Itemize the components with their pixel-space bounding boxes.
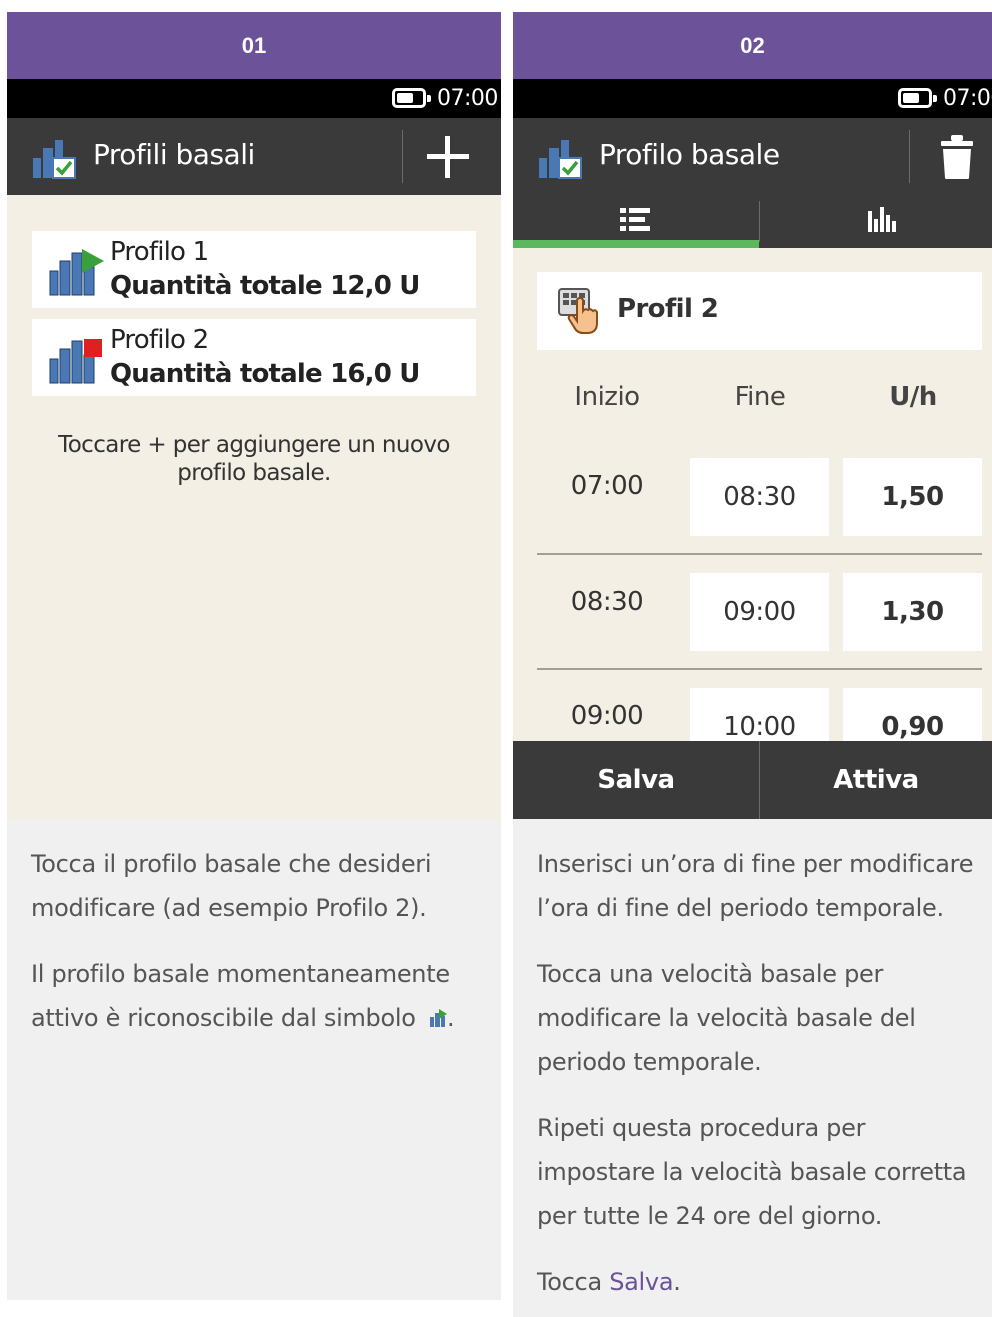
active-profile-icon — [49, 249, 104, 296]
instruction-text-3: Ripeti questa procedura per impostare la… — [537, 1114, 967, 1230]
step-panel-2: 02 07:00 Profilo basale — [513, 12, 992, 1317]
end-time-field[interactable]: 08:30 — [690, 458, 829, 536]
screen-title: Profilo basale — [599, 138, 780, 171]
status-bar: 07:00 — [7, 79, 501, 118]
list-view-icon — [620, 208, 650, 231]
status-bar: 07:00 — [513, 79, 992, 118]
instruction-text-4: Tocca Salva. — [537, 1260, 977, 1304]
title-separator — [402, 130, 403, 183]
profile-name: Profilo 2 — [110, 325, 209, 355]
profile-name: Profilo 1 — [110, 237, 209, 267]
keypad-touch-icon — [558, 288, 598, 334]
save-link[interactable]: Salva — [609, 1268, 673, 1296]
row-start-time: 09:00 — [570, 701, 644, 731]
instruction-text-4-end: . — [673, 1268, 681, 1296]
action-bar: Salva Attiva — [513, 741, 992, 819]
title-bar: Profili basali — [7, 118, 501, 195]
profile-item-2[interactable]: Profilo 2 Quantità totale 16,0 U — [32, 319, 476, 396]
battery-icon — [392, 88, 431, 108]
profile-name-field[interactable]: Profil 2 — [537, 272, 982, 350]
status-clock: 07:00 — [943, 86, 992, 111]
row-divider — [537, 553, 982, 555]
basal-profile-icon — [33, 140, 76, 179]
row-start-time: 07:00 — [570, 471, 644, 501]
battery-icon — [898, 88, 937, 108]
tab-chart-view[interactable] — [760, 195, 992, 248]
profile-item-1[interactable]: Profilo 1 Quantità totale 12,0 U — [32, 231, 476, 308]
column-header-end: Fine — [734, 382, 786, 412]
profile-total: Quantità totale 12,0 U — [110, 271, 420, 301]
add-profile-hint: Toccare + per aggiungere un nuovo profil… — [58, 432, 450, 486]
tab-list-view[interactable] — [513, 195, 759, 248]
screen-title: Profili basali — [93, 138, 255, 171]
instruction-text-2: Il profilo basale momentaneamente attivo… — [31, 952, 477, 1040]
instruction-text-2-end: . — [446, 1004, 455, 1032]
row-divider — [537, 668, 982, 670]
basal-rate-field[interactable]: 1,30 — [843, 573, 982, 651]
instruction-text-1: Tocca il profilo basale che desideri mod… — [31, 850, 432, 922]
basal-profile-icon — [539, 140, 582, 179]
active-profile-symbol-icon — [429, 1009, 447, 1027]
add-profile-button[interactable] — [427, 136, 469, 178]
basal-rate-field[interactable]: 1,50 — [843, 458, 982, 536]
pump-screen: 07:00 Profili basali Profilo 1 Quantità … — [7, 79, 501, 819]
column-header-rate: U/h — [889, 382, 937, 412]
title-bar: Profilo basale — [513, 118, 992, 195]
inactive-profile-icon — [49, 339, 102, 384]
title-separator — [909, 130, 910, 183]
pump-screen: 07:00 Profilo basale — [513, 79, 992, 819]
instruction-text-2-body: Il profilo basale momentaneamente attivo… — [31, 960, 450, 1032]
step-number: 01 — [7, 12, 501, 79]
profile-total: Quantità totale 16,0 U — [110, 359, 420, 389]
column-header-start: Inizio — [574, 382, 640, 412]
profile-name-label: Profil 2 — [617, 294, 719, 324]
view-tabs — [513, 195, 992, 248]
row-start-time: 08:30 — [570, 587, 644, 617]
activate-button[interactable]: Attiva — [760, 741, 992, 819]
instruction-text-4-body: Tocca — [537, 1268, 610, 1296]
save-button[interactable]: Salva — [513, 741, 759, 819]
delete-profile-button[interactable] — [939, 134, 975, 180]
end-time-field[interactable]: 09:00 — [690, 573, 829, 651]
status-clock: 07:00 — [437, 86, 498, 111]
step-panel-1: 01 07:00 Profili basali Profilo 1 Quanti… — [7, 12, 501, 1300]
instruction-text-1: Inserisci un’ora di fine per modificare … — [537, 850, 974, 922]
bar-chart-icon — [868, 207, 896, 232]
instruction-text-2: Tocca una velocità basale per modificare… — [537, 960, 916, 1076]
step-number: 02 — [513, 12, 992, 79]
